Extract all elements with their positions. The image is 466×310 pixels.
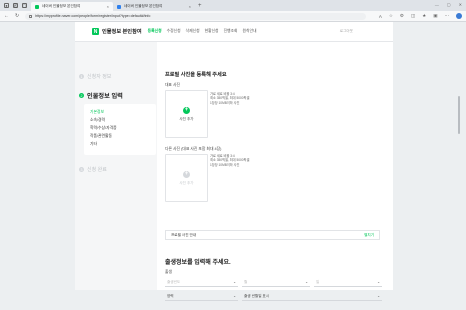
birth-year-select[interactable]: 출생년도 ⌄ <box>165 278 238 287</box>
step-number: 2 <box>79 93 84 98</box>
birth-month-select[interactable]: 월 ⌄ <box>242 278 310 287</box>
browser-tab-bar: ● ⎘ ▢ 네이버 인물정보 본인참여 × 네이버 인물정보 본인참여 × + … <box>0 0 466 11</box>
calendar-type-select[interactable]: 양력 ⌄ <box>165 292 238 301</box>
tab-title: 네이버 인물정보 본인참여 <box>42 4 81 8</box>
sub-step-works[interactable]: 작품/관련활동 <box>90 132 156 140</box>
back-icon[interactable]: ← <box>4 13 9 19</box>
close-icon[interactable]: × <box>189 4 191 9</box>
photo-guide-label: 프로필 사진 안내 <box>171 232 197 237</box>
section-title: 프로필 사진을 등록해 주세요 <box>165 72 227 78</box>
rep-photo-upload[interactable]: + 사진 추가 <box>165 90 208 138</box>
birth-year-value: 출생년도 <box>167 279 181 284</box>
calendar-type-value: 양력 <box>167 293 174 298</box>
add-photo-label: 사진 추가 <box>179 116 194 121</box>
step-number: 3 <box>79 167 84 172</box>
favorites-bar-icon[interactable]: ★ <box>422 13 426 19</box>
sub-step-basic[interactable]: 기본정보 <box>90 108 156 116</box>
step-3: 3 신청 완료 <box>75 166 107 173</box>
naver-logo[interactable]: N <box>92 28 99 35</box>
edge-copilot-icon[interactable] <box>456 13 462 19</box>
page-scrollbar[interactable] <box>458 96 460 134</box>
photo-guide-row[interactable]: 프로필 사진 안내 펼치기 <box>165 230 380 240</box>
extensions-icon[interactable]: ⚙ <box>400 13 404 19</box>
split-screen-icon[interactable]: ◫ <box>411 13 415 19</box>
other-photo-requirements: 가로 세로 비율 3:4 최소 350픽셀, 최대 5000픽셀 1장당 10M… <box>210 154 250 167</box>
rep-photo-requirements: 가로 세로 비율 3:4 최소 350픽셀, 최대 5000픽셀 1장당 10M… <box>210 92 250 105</box>
sub-step-etc[interactable]: 기타 <box>90 140 156 148</box>
step-2: 2 인물정보 입력 <box>75 91 123 100</box>
collections-icon[interactable]: ▣ <box>433 13 437 19</box>
chevron-down-icon: ⌄ <box>233 280 236 284</box>
birth-day-value: 일 <box>316 279 320 284</box>
step-label: 인물정보 입력 <box>87 93 123 100</box>
add-photo-label: 사진 추가 <box>179 180 194 185</box>
rep-photo-label: 대표 사진 <box>165 83 181 87</box>
logout-link[interactable]: 로그아웃 <box>340 29 353 34</box>
browser-tab-1[interactable]: 네이버 인물정보 본인참여 × <box>31 2 113 11</box>
more-icon[interactable]: ⋯ <box>445 13 450 19</box>
close-window-icon[interactable]: ✕ <box>459 2 462 7</box>
url-text: https://myprofile.naver.com/people/form/… <box>35 14 151 18</box>
plus-icon: + <box>183 106 190 114</box>
expand-link[interactable]: 펼치기 <box>364 233 374 238</box>
birth-display-value: 출생 년월일 표시 <box>244 293 270 298</box>
step-label: 신청 완료 <box>87 167 107 173</box>
maximize-icon[interactable]: ▢ <box>447 2 451 7</box>
address-bar: ← ↻ https://myprofile.naver.com/people/f… <box>0 11 466 22</box>
birth-section-title: 출생정보를 입력해 주세요. <box>165 260 231 266</box>
tab-actions-icon[interactable]: ⎘ <box>13 3 18 8</box>
site-title[interactable]: 인물정보 본인참여 <box>102 28 142 35</box>
step-1: 1 신청자 정보 <box>75 73 111 80</box>
naver-favicon <box>117 4 121 9</box>
favorite-icon[interactable]: ☆ <box>389 13 393 19</box>
sub-step-career[interactable]: 소속/경력 <box>90 116 156 124</box>
browser-tab-2[interactable]: 네이버 인물정보 본인참여 × <box>113 2 195 11</box>
tab-list-icon[interactable]: ▢ <box>22 3 27 8</box>
nav-progress[interactable]: 진행조회 <box>224 29 238 34</box>
close-icon[interactable]: × <box>107 4 109 9</box>
birth-display-select[interactable]: 출생 년월일 표시 ⌄ <box>242 292 382 301</box>
nav-register[interactable]: 등록신청 <box>148 29 162 34</box>
chevron-down-icon: ⌄ <box>305 280 308 284</box>
plus-icon: + <box>183 170 190 178</box>
sub-step-education[interactable]: 학력/수상/자격증 <box>90 124 156 132</box>
other-photo-label: 다른 사진 (대표 사진 포함 최대 4장) <box>165 147 222 151</box>
sub-step-menu: 기본정보 소속/경력 학력/수상/자격증 작품/관련활동 기타 <box>84 104 156 155</box>
url-field[interactable]: https://myprofile.naver.com/people/form/… <box>25 12 366 20</box>
birth-month-value: 월 <box>244 279 248 284</box>
birth-label: 출생 <box>165 270 172 274</box>
refresh-icon[interactable]: ↻ <box>15 13 19 19</box>
lock-icon <box>29 14 33 18</box>
new-tab-icon[interactable]: + <box>198 3 202 9</box>
chevron-down-icon: ⌄ <box>233 294 236 298</box>
step-number: 1 <box>79 74 84 79</box>
nav-edit[interactable]: 수정신청 <box>167 29 181 34</box>
nav-status[interactable]: 현황신청 <box>205 29 219 34</box>
page: N 인물정보 본인참여 등록신청 수정신청 삭제신청 현황신청 진행조회 원칙안… <box>0 22 466 310</box>
nav-delete[interactable]: 삭제신청 <box>186 29 200 34</box>
minimize-icon[interactable]: — <box>435 2 439 7</box>
browser-profile-icon[interactable]: ● <box>4 3 9 8</box>
other-photo-upload[interactable]: + 사진 추가 <box>165 154 208 202</box>
tab-title: 네이버 인물정보 본인참여 <box>124 4 163 8</box>
birth-day-select[interactable]: 일 ⌄ <box>314 278 382 287</box>
step-sidebar: 1 신청자 정보 2 인물정보 입력 기본정보 소속/경력 학력/수상/자격증 … <box>75 42 157 290</box>
naver-favicon <box>35 4 39 9</box>
content-area: N 인물정보 본인참여 등록신청 수정신청 삭제신청 현황신청 진행조회 원칙안… <box>75 22 393 301</box>
chevron-down-icon: ⌄ <box>377 280 380 284</box>
window-controls: — ▢ ✕ <box>435 2 462 7</box>
step-label: 신청자 정보 <box>87 74 112 80</box>
nav-policy[interactable]: 원칙안내 <box>243 29 257 34</box>
chevron-down-icon: ⌄ <box>377 294 380 298</box>
site-header: N 인물정보 본인참여 등록신청 수정신청 삭제신청 현황신청 진행조회 원칙안… <box>75 22 393 42</box>
read-aloud-icon[interactable]: A <box>379 14 382 19</box>
